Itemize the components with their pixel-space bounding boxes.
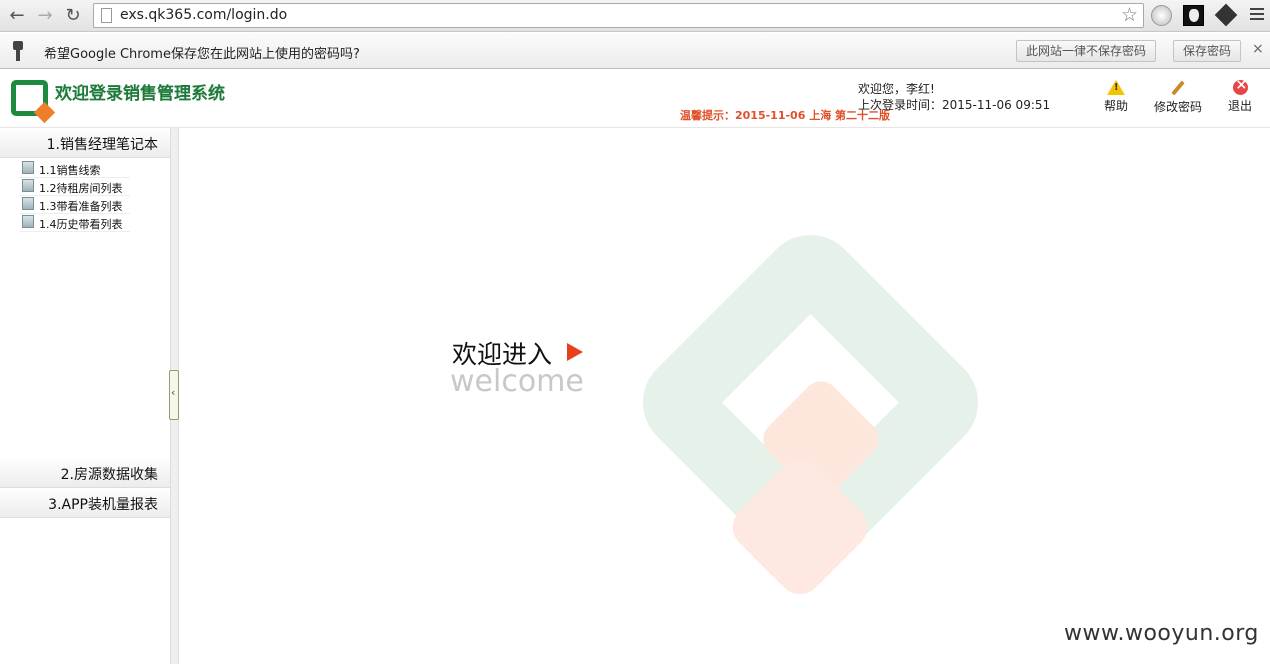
help-button[interactable]: 帮助 (1104, 80, 1128, 114)
welcome-english-text: welcome (450, 364, 584, 399)
globe-extension-icon[interactable] (1151, 5, 1172, 26)
sidebar-section-sales-notebook[interactable]: 1.销售经理笔记本 (0, 128, 170, 158)
document-icon (22, 197, 34, 210)
page-icon (101, 8, 112, 23)
back-arrow-icon[interactable]: ← (6, 5, 28, 27)
diamond-extension-icon[interactable] (1214, 3, 1238, 27)
change-password-label: 修改密码 (1154, 100, 1203, 114)
tip-text: 温馨提示：2015-11-06 上海 第二十二版 (680, 109, 891, 122)
document-icon (22, 179, 34, 192)
logout-label: 退出 (1228, 99, 1253, 113)
browser-toolbar: ← → ↻ exs.qk365.com/login.do ☆ (0, 0, 1270, 32)
collapse-sidebar-handle[interactable] (169, 370, 179, 420)
help-label: 帮助 (1104, 99, 1129, 113)
sidebar-section-listing-data[interactable]: 2.房源数据收集 (0, 458, 170, 488)
warning-icon (1107, 80, 1125, 95)
site-watermark: www.wooyun.org (1064, 621, 1259, 646)
app-title-reflection: 欢迎登录销售管理系统 (55, 84, 225, 96)
never-save-password-button[interactable]: 此网站一律不保存密码 (1016, 40, 1157, 62)
sidebar-item-sales-leads[interactable]: 1.1销售线索 (20, 160, 130, 178)
mask-extension-icon[interactable] (1183, 5, 1204, 26)
pencil-icon (1171, 80, 1185, 96)
main-content: 欢迎进入 welcome (179, 128, 1270, 664)
sidebar-item-viewing-prep[interactable]: 1.3带看准备列表 (20, 196, 130, 214)
sidebar-section-label: 2.房源数据收集 (60, 467, 158, 483)
bookmark-star-icon[interactable]: ☆ (1121, 4, 1138, 27)
url-text[interactable]: exs.qk365.com/login.do (120, 7, 287, 23)
save-password-infobar: 希望Google Chrome保存您在此网站上使用的密码吗? 此网站一律不保存密… (0, 33, 1270, 69)
save-password-button[interactable]: 保存密码 (1173, 40, 1242, 62)
sidebar-item-label: 1.3带看准备列表 (39, 200, 123, 213)
sidebar: 1.销售经理笔记本 1.1销售线索 1.2待租房间列表 1.3带看准备列表 1.… (0, 128, 170, 664)
sidebar-item-rooms-for-rent[interactable]: 1.2待租房间列表 (20, 178, 130, 196)
exit-icon (1232, 77, 1248, 95)
reload-icon[interactable]: ↻ (62, 5, 84, 27)
logo (11, 80, 48, 116)
play-arrow-icon (567, 343, 583, 361)
forward-arrow-icon[interactable]: → (34, 5, 56, 27)
sidebar-item-label: 1.1销售线索 (39, 164, 101, 177)
infobar-close-icon[interactable]: × (1252, 41, 1264, 57)
key-icon (13, 41, 23, 61)
chrome-menu-icon[interactable] (1250, 8, 1264, 22)
sidebar-item-label: 1.2待租房间列表 (39, 182, 123, 195)
sidebar-section-label: 1.销售经理笔记本 (46, 137, 158, 153)
infobar-message: 希望Google Chrome保存您在此网站上使用的密码吗? (44, 47, 360, 62)
logout-button[interactable]: 退出 (1228, 77, 1253, 114)
app-header: 欢迎登录销售管理系统 欢迎登录销售管理系统 欢迎您，李红! 上次登录时间：201… (0, 69, 1270, 128)
address-bar[interactable]: exs.qk365.com/login.do ☆ (93, 3, 1144, 28)
welcome-user-text: 欢迎您，李红! (858, 82, 935, 96)
change-password-button[interactable]: 修改密码 (1154, 80, 1202, 115)
sidebar-item-viewing-history[interactable]: 1.4历史带看列表 (20, 214, 130, 232)
sidebar-section-app-install-report[interactable]: 3.APP装机量报表 (0, 488, 170, 518)
document-icon (22, 215, 34, 228)
sidebar-section-label: 3.APP装机量报表 (48, 497, 158, 513)
document-icon (22, 161, 34, 174)
sidebar-item-label: 1.4历史带看列表 (39, 218, 123, 231)
